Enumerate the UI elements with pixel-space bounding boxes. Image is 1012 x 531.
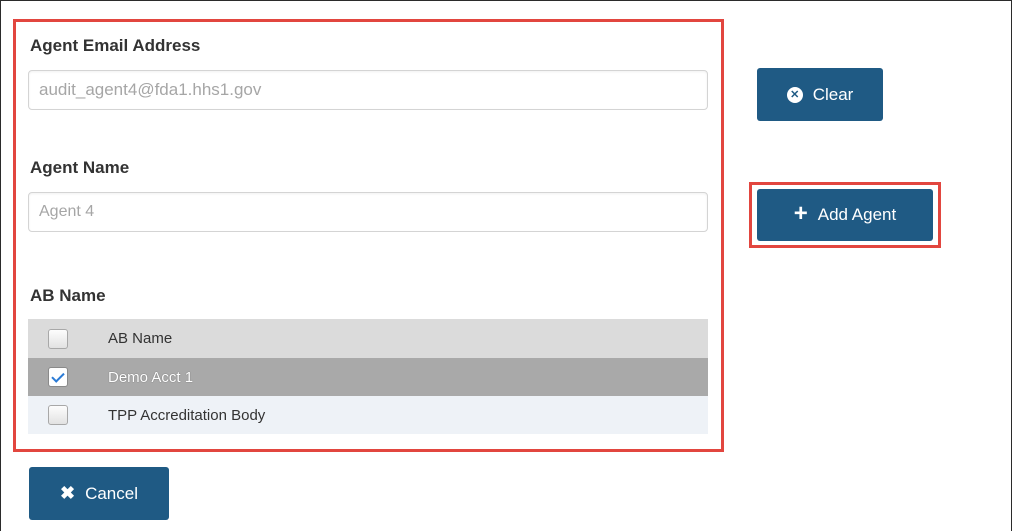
table-row[interactable]: Demo Acct 1: [28, 358, 708, 396]
table-header-row: AB Name: [28, 319, 708, 358]
agent-email-label: Agent Email Address: [30, 36, 201, 55]
agent-name-label: Agent Name: [30, 158, 130, 177]
clear-button-label: Clear: [812, 84, 854, 104]
checkmark-icon: [51, 368, 65, 383]
plus-icon: +: [793, 200, 808, 227]
row-checkbox[interactable]: [48, 367, 68, 387]
agent-name-field[interactable]: Agent 4: [28, 192, 708, 232]
add-agent-button[interactable]: + Add Agent: [757, 189, 933, 241]
add-agent-button-label: Add Agent: [817, 205, 897, 224]
agent-email-value: audit_agent4@fda1.hhs1.gov: [39, 80, 262, 99]
agent-email-field[interactable]: audit_agent4@fda1.hhs1.gov: [28, 70, 708, 110]
select-all-checkbox[interactable]: [48, 328, 68, 349]
table-cell-ab-name: TPP Accreditation Body: [108, 406, 266, 424]
agent-name-value: Agent 4: [39, 203, 95, 220]
column-header-ab-name: AB Name: [108, 330, 173, 347]
table-cell-ab-name: Demo Acct 1: [108, 368, 194, 386]
row-checkbox[interactable]: [48, 405, 68, 425]
times-circle-icon: ✕: [786, 86, 803, 103]
clear-button[interactable]: ✕ Clear: [757, 68, 883, 121]
cancel-button[interactable]: ✖ Cancel: [29, 467, 169, 520]
table-row[interactable]: TPP Accreditation Body: [28, 396, 708, 434]
cancel-button-label: Cancel: [85, 483, 138, 503]
times-icon: ✖: [59, 483, 76, 503]
ab-name-label: AB Name: [30, 286, 106, 305]
ab-name-table: AB Name Demo Acct 1 TPP Accreditation Bo…: [28, 319, 708, 434]
